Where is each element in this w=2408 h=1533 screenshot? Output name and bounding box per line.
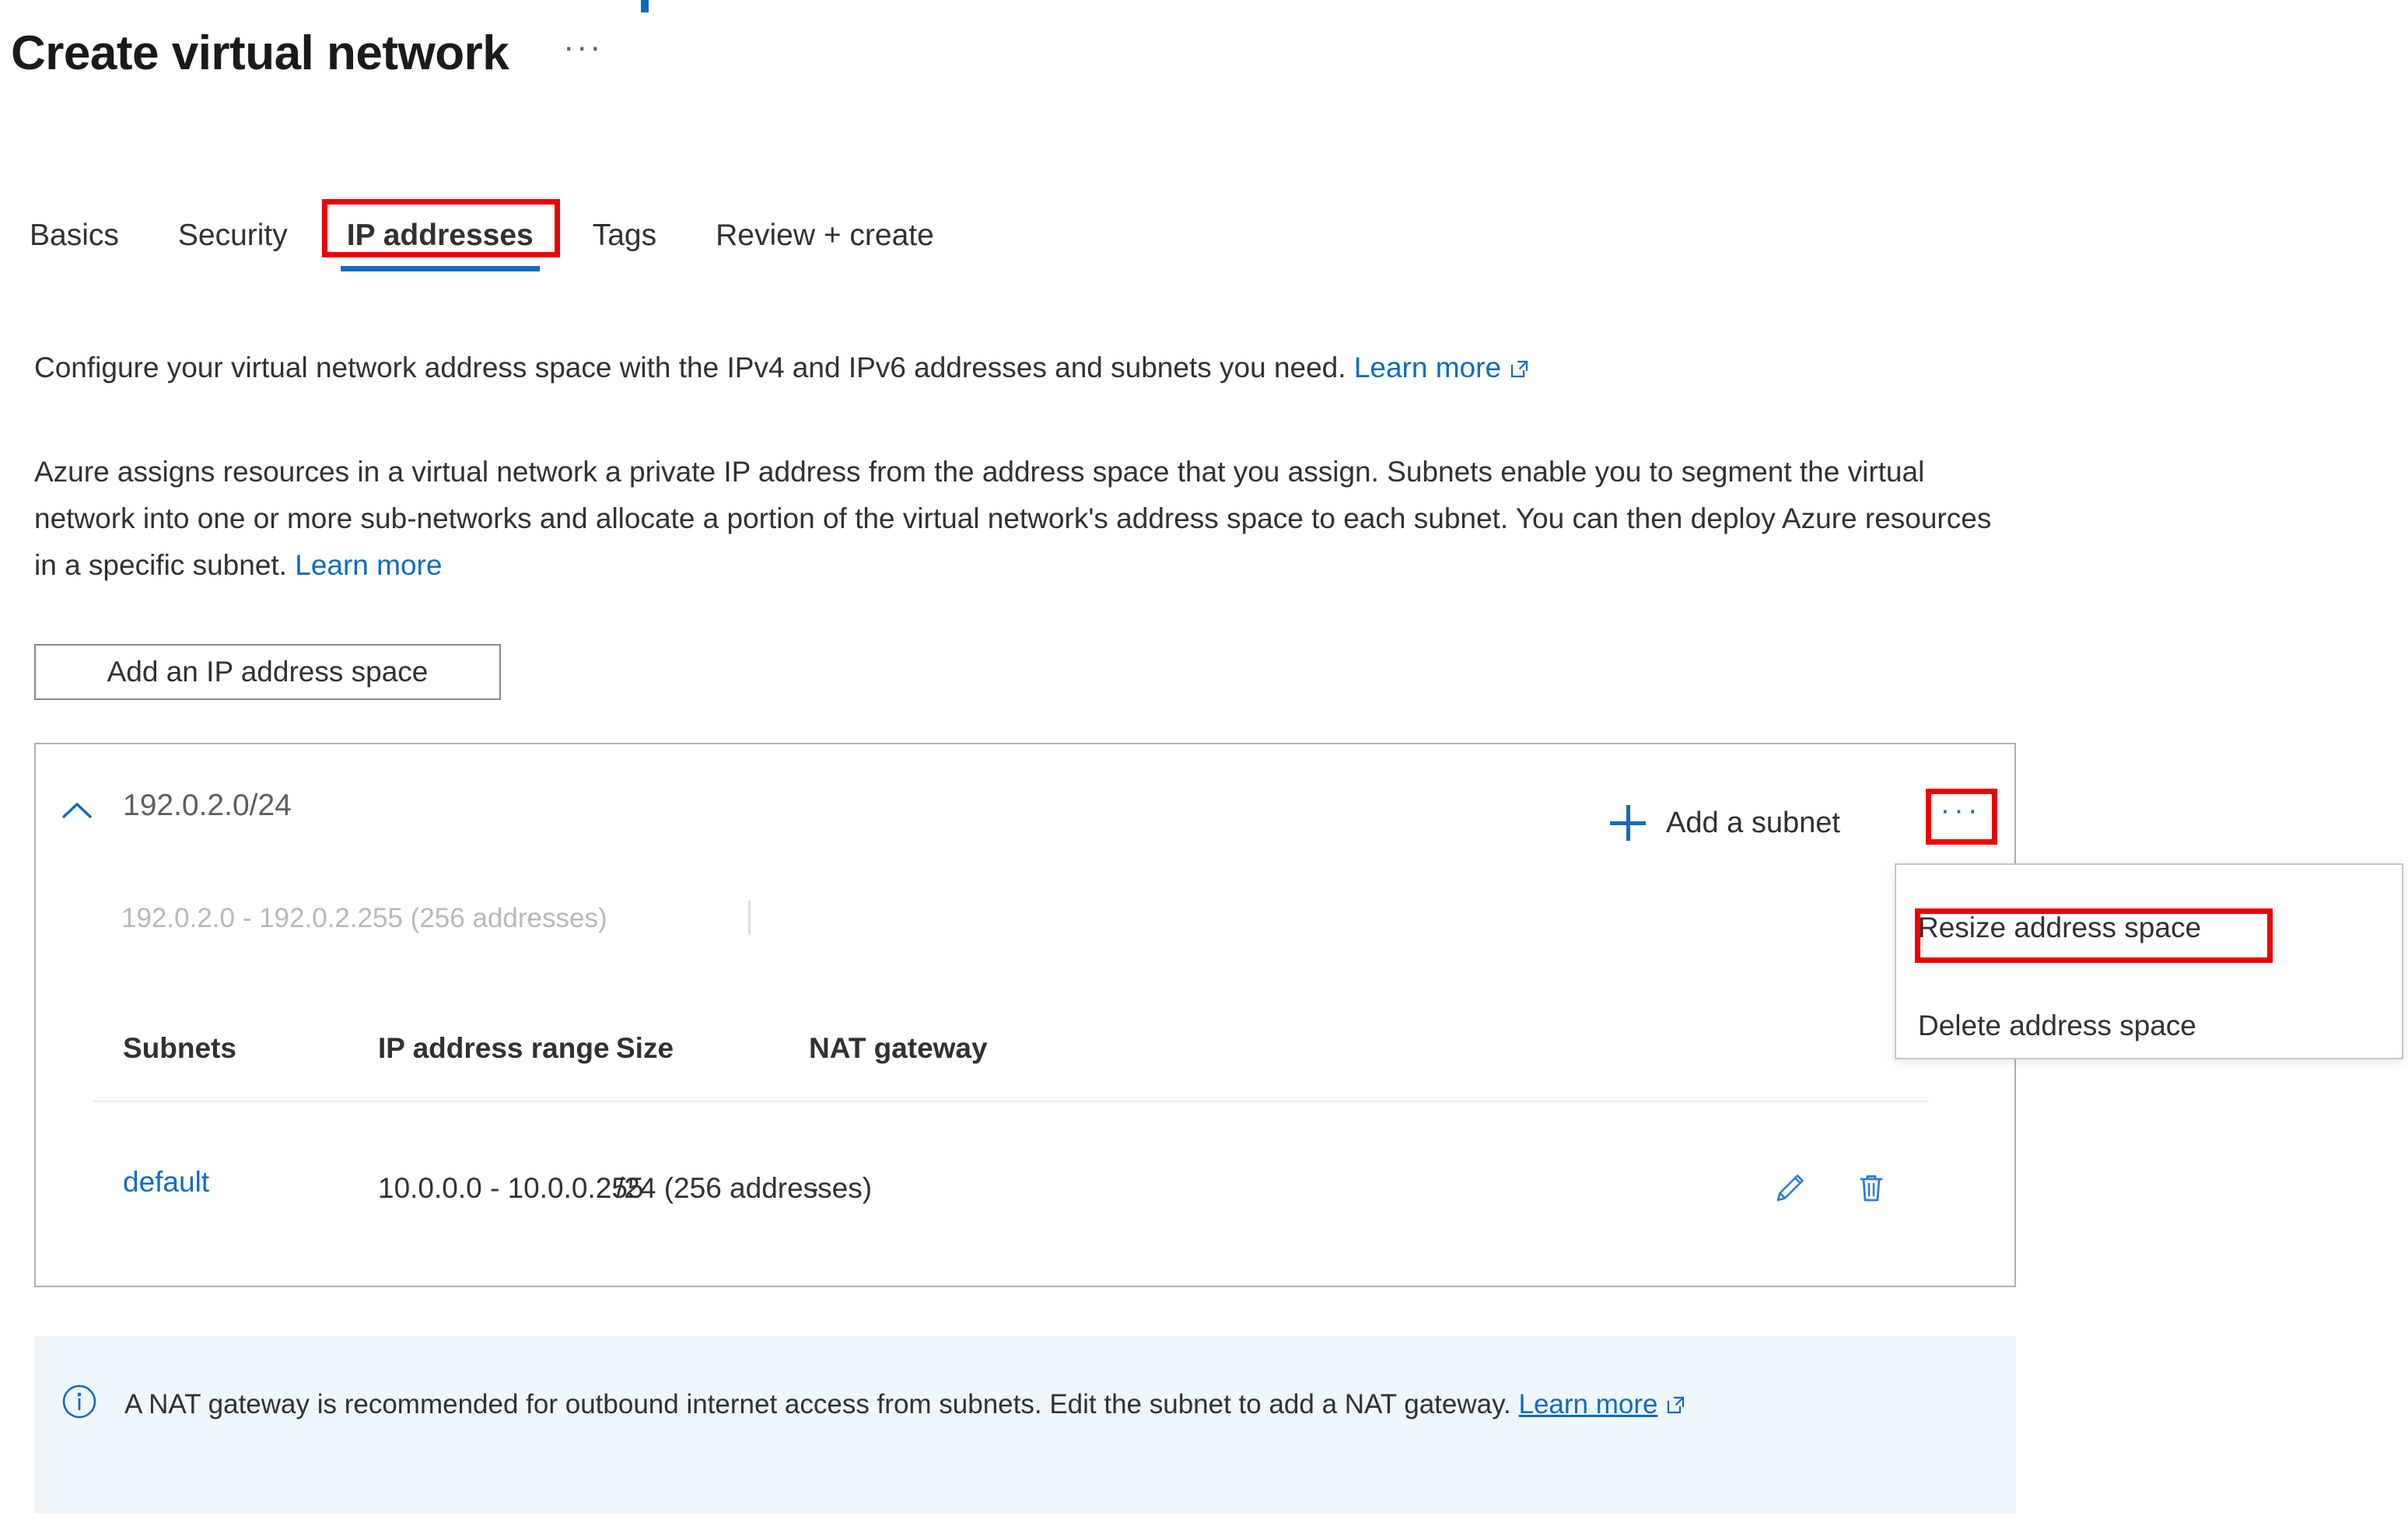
subnet-nat-gateway: - (809, 1172, 819, 1204)
info-banner-message: A NAT gateway is recommended for outboun… (124, 1389, 1511, 1419)
add-ip-address-space-button[interactable]: Add an IP address space (34, 644, 501, 700)
learn-more-link-2[interactable]: Learn more (295, 549, 442, 581)
add-a-subnet-label: Add a subnet (1666, 806, 1840, 839)
trash-icon[interactable] (1853, 1169, 1890, 1206)
address-space-more-button[interactable]: ··· (1929, 792, 1993, 840)
pencil-icon[interactable] (1772, 1169, 1809, 1206)
tab-review-create[interactable]: Review + create (686, 212, 964, 271)
table-row: default 10.0.0.0 - 10.0.0.255 /24 (256 a… (93, 1097, 1929, 1339)
column-header-size: Size (616, 1032, 674, 1064)
add-a-subnet-button[interactable]: Add a subnet (1610, 805, 1840, 841)
external-link-icon-1 (1509, 359, 1529, 379)
menu-item-resize-address-space[interactable]: Resize address space (1918, 912, 2201, 944)
subnet-size: /24 (256 addresses) (616, 1172, 873, 1204)
tab-ip-addresses-label: IP addresses (346, 219, 534, 252)
tab-tags[interactable]: Tags (563, 212, 686, 271)
create-virtual-network-page: Create virtual network ··· Basics Securi… (0, 0, 2408, 1533)
address-space-cidr: 192.0.2.0/24 (123, 789, 292, 822)
menu-item-delete-address-space[interactable]: Delete address space (1918, 1010, 2196, 1042)
address-space-range-divider (748, 901, 751, 935)
ellipsis-icon: ··· (1940, 794, 1982, 827)
active-tab-underline (340, 265, 540, 271)
column-header-ip-address-range: IP address range (378, 1032, 610, 1064)
column-header-subnets: Subnets (123, 1032, 236, 1064)
tab-security-label: Security (177, 219, 288, 252)
tab-security[interactable]: Security (149, 212, 317, 271)
info-banner-learn-more-link[interactable]: Learn more (1518, 1389, 1657, 1419)
address-space-context-menu: Resize address space Delete address spac… (1895, 863, 2403, 1059)
tab-tags-label: Tags (592, 219, 657, 252)
column-header-nat-gateway: NAT gateway (809, 1032, 988, 1064)
description-line-1: Configure your virtual network address s… (34, 345, 1529, 391)
tab-basics[interactable]: Basics (0, 212, 149, 271)
subnet-name-link[interactable]: default (123, 1166, 209, 1199)
subnets-table: Subnets IP address range Size NAT gatewa… (93, 1015, 1929, 1339)
subnet-row-actions (1772, 1169, 1890, 1206)
tab-basics-label: Basics (30, 219, 119, 252)
info-circle-icon (61, 1383, 98, 1420)
header-more-menu-button[interactable]: ··· (563, 30, 603, 77)
tab-bar: Basics Security IP addresses Tags Review… (0, 199, 964, 282)
description-line-1-text: Configure your virtual network address s… (34, 352, 1346, 383)
plus-icon (1610, 805, 1646, 841)
address-space-range: 192.0.2.0 - 192.0.2.255 (256 addresses) (121, 903, 607, 933)
learn-more-link-1[interactable]: Learn more (1354, 352, 1501, 383)
page-title: Create virtual network (11, 26, 509, 80)
external-link-icon-2 (1665, 1395, 1685, 1415)
tab-ip-addresses[interactable]: IP addresses (317, 199, 563, 271)
description-line-2: Azure assigns resources in a virtual net… (34, 449, 2010, 589)
info-banner-text: A NAT gateway is recommended for outboun… (124, 1383, 1929, 1426)
chevron-up-icon[interactable] (59, 793, 95, 829)
subnets-table-header: Subnets IP address range Size NAT gatewa… (93, 1015, 1929, 1102)
subnet-ip-address-range: 10.0.0.0 - 10.0.0.255 (378, 1172, 644, 1204)
tab-review-create-label: Review + create (716, 219, 934, 252)
page-header: Create virtual network ··· (11, 30, 603, 78)
cutoff-top-fragment (641, 0, 649, 12)
